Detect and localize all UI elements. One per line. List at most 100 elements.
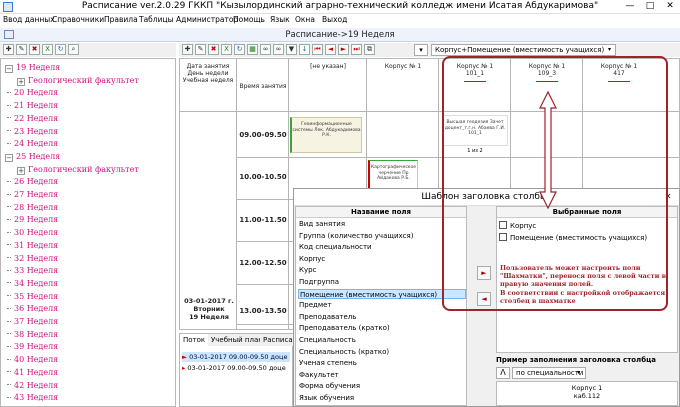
tree-week-item[interactable]: 31 Неделя: [5, 240, 58, 252]
annotation-line: В соответствии с настройкой отображается: [500, 288, 666, 297]
lesson-card[interactable]: Картографическое черчение Пр Айдакова Р.…: [368, 160, 418, 190]
menu-tables[interactable]: Таблицы: [139, 14, 174, 26]
tree-week-item[interactable]: −19 Неделя: [5, 62, 60, 74]
field-list-item[interactable]: Специальность (кратко): [298, 347, 466, 358]
minimize-button[interactable]: —: [620, 0, 640, 13]
excel-icon[interactable]: X: [221, 44, 232, 55]
first-page-icon[interactable]: ⏮: [312, 44, 323, 55]
tree-week-item[interactable]: 33 Неделя: [5, 265, 58, 277]
menu-help[interactable]: Помощь: [233, 14, 265, 26]
delete-icon[interactable]: ✖: [208, 44, 219, 55]
tree-faculty-item[interactable]: + Геологический факультет: [17, 75, 139, 87]
field-list-item[interactable]: Корпус: [298, 254, 466, 265]
search-icon[interactable]: ⌕: [68, 44, 79, 55]
tree-item-label: 29 Неделя: [14, 215, 59, 225]
table-row[interactable]: ► 03-01-2017 09.00-09.50 доце: [182, 352, 290, 362]
field-list-item[interactable]: Курс: [298, 265, 466, 276]
edit-icon[interactable]: ✎: [195, 44, 206, 55]
next-page-icon[interactable]: ►: [338, 44, 349, 55]
edit-icon[interactable]: ✎: [16, 44, 27, 55]
new-icon[interactable]: ✚: [3, 44, 14, 55]
field-list-item[interactable]: Ученая степень: [298, 358, 466, 369]
tree-week-item[interactable]: 30 Неделя: [5, 227, 58, 239]
tree-week-item[interactable]: 39 Неделя: [5, 341, 58, 353]
menu-windows[interactable]: Окна: [295, 14, 315, 26]
tree-week-item[interactable]: −25 Неделя: [5, 151, 60, 163]
refresh-icon[interactable]: ↻: [234, 44, 245, 55]
menu-language[interactable]: Язык: [270, 14, 290, 26]
column-template-select[interactable]: Корпус+Помещение (вместимость учащихся): [431, 44, 616, 56]
delete-icon[interactable]: ✖: [29, 44, 40, 55]
field-list-item[interactable]: Преподаватель (кратко): [298, 323, 466, 334]
download-icon[interactable]: ↓: [299, 44, 310, 55]
tree-week-item[interactable]: 43 Неделя: [5, 392, 58, 404]
tree-week-item[interactable]: 34 Неделя: [5, 278, 58, 290]
field-list-item[interactable]: Преподаватель: [298, 312, 466, 323]
menu-administrator[interactable]: Администратор: [176, 14, 238, 26]
field-list-item[interactable]: Код специальности: [298, 242, 466, 253]
column-settings-button[interactable]: ▾: [414, 44, 428, 56]
tree-week-item[interactable]: 41 Неделя: [5, 367, 58, 379]
maximize-button[interactable]: □: [640, 0, 660, 13]
last-page-icon[interactable]: ⏭: [351, 44, 362, 55]
tree-week-item[interactable]: 20 Неделя: [5, 87, 58, 99]
table-row[interactable]: ▸ 03-01-2017 09.00-09.50 доце: [182, 363, 290, 373]
field-list-item[interactable]: Подгруппа: [298, 277, 466, 288]
tree-week-item[interactable]: 42 Неделя: [5, 380, 58, 392]
tree-item-label: Геологический факультет: [28, 75, 139, 85]
tab-study-plan[interactable]: Учебный план: [208, 334, 267, 346]
header-unspecified: [не указан]: [310, 63, 346, 70]
field-list-item[interactable]: Помещение (вместимость учащихся): [298, 288, 466, 300]
field-list-item[interactable]: Группа (количество учащихся): [298, 231, 466, 242]
binoculars-next-icon[interactable]: ∞: [273, 44, 284, 55]
tree-week-item[interactable]: 37 Неделя: [5, 316, 58, 328]
time-slot: 09.00-09.50: [239, 131, 287, 139]
menu-data-entry[interactable]: Ввод данных: [3, 14, 55, 26]
tab-schedule[interactable]: Расписа: [260, 334, 297, 346]
window-title: Расписание ver.2.0.29 ГККП "Кызылординск…: [81, 1, 599, 11]
field-list-item[interactable]: Факультет: [298, 370, 466, 381]
expand-icon[interactable]: +: [17, 77, 25, 86]
lesson-card[interactable]: Геоинформационные системы Лек. Абдукадим…: [290, 117, 362, 153]
field-list-item[interactable]: Вид занятия: [298, 219, 466, 230]
tree-week-item[interactable]: 28 Неделя: [5, 202, 58, 214]
menu-references[interactable]: Справочники: [52, 14, 104, 26]
tree-week-item[interactable]: 29 Неделя: [5, 214, 58, 226]
new-icon[interactable]: ✚: [182, 44, 193, 55]
expand-icon[interactable]: +: [17, 166, 25, 175]
filter-icon[interactable]: ▼: [286, 44, 297, 55]
field-list-item[interactable]: Специальность: [298, 335, 466, 346]
tree-week-item[interactable]: 21 Неделя: [5, 100, 58, 112]
close-button[interactable]: ✕: [660, 0, 680, 13]
field-list-item[interactable]: Язык обучения: [298, 393, 466, 404]
tree-week-item[interactable]: 24 Неделя: [5, 138, 58, 150]
sort-icon[interactable]: Λ: [496, 367, 510, 379]
prev-page-icon[interactable]: ◄: [325, 44, 336, 55]
tree-week-item[interactable]: 26 Неделя: [5, 176, 58, 188]
tree-item-label: 42 Неделя: [14, 380, 59, 390]
tree-week-item[interactable]: 38 Неделя: [5, 329, 58, 341]
menu-rules[interactable]: Правила: [104, 14, 138, 26]
binoculars-icon[interactable]: ∞: [260, 44, 271, 55]
collapse-icon[interactable]: −: [5, 153, 13, 162]
tree-week-item[interactable]: 36 Неделя: [5, 303, 58, 315]
tree-week-item[interactable]: 22 Неделя: [5, 113, 58, 125]
tree-faculty-item[interactable]: + Геологический факультет: [17, 164, 139, 176]
menu-exit[interactable]: Выход: [322, 14, 347, 26]
tree-item-label: 21 Неделя: [14, 101, 59, 111]
field-list-item[interactable]: Предмет: [298, 300, 466, 311]
tree-week-item[interactable]: 27 Неделя: [5, 189, 58, 201]
tree-week-item[interactable]: 32 Неделя: [5, 253, 58, 265]
tree-week-item[interactable]: 23 Неделя: [5, 126, 58, 138]
excel-icon[interactable]: X: [42, 44, 53, 55]
menu-bar: Ввод данных Справочники Правила Таблицы …: [0, 14, 680, 26]
tab-stream[interactable]: Поток: [180, 334, 210, 346]
copy-icon[interactable]: ⧉: [364, 44, 375, 55]
refresh-icon[interactable]: ↻: [55, 44, 66, 55]
tree-week-item[interactable]: 40 Неделя: [5, 354, 58, 366]
collapse-icon[interactable]: −: [5, 65, 13, 73]
field-list-item[interactable]: Форма обучения: [298, 381, 466, 392]
export-icon[interactable]: ▦: [247, 44, 258, 55]
example-sort-select[interactable]: по специальности: [512, 367, 586, 379]
tree-week-item[interactable]: 35 Неделя: [5, 291, 58, 303]
